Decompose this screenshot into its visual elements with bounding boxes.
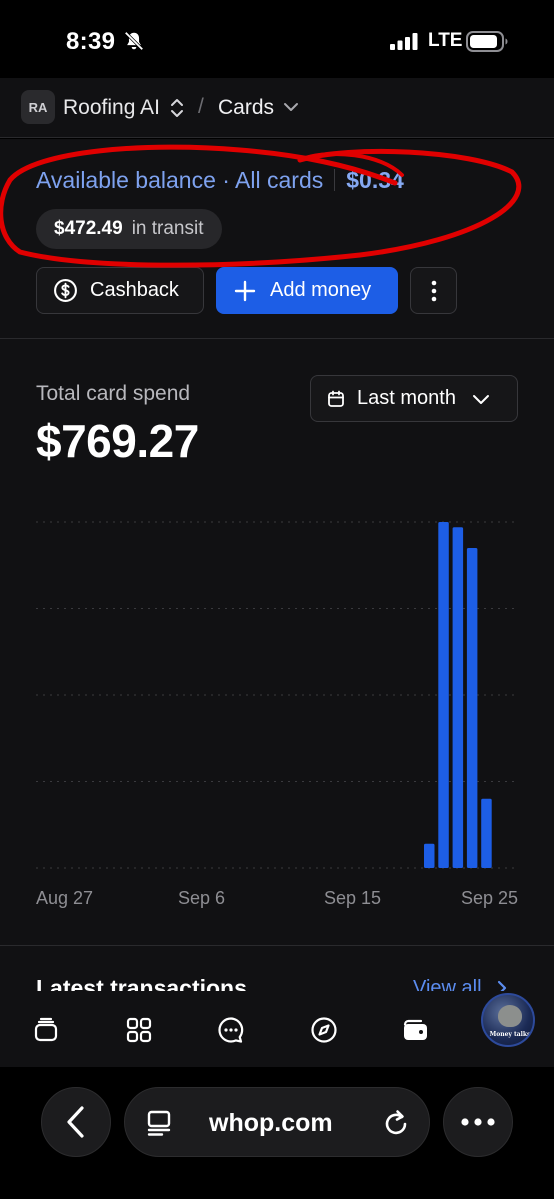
browser-back-button[interactable] <box>41 1087 111 1157</box>
total-spend-label: Total card spend <box>36 382 191 405</box>
network-label: LTE <box>428 30 463 51</box>
address-bar[interactable]: whop.com <box>124 1087 430 1157</box>
chart-bar[interactable] <box>424 843 435 868</box>
chat-icon[interactable] <box>216 1015 246 1045</box>
layers-icon[interactable] <box>31 1015 61 1045</box>
browser-more-button[interactable] <box>443 1087 513 1157</box>
org-switcher[interactable]: Roofing AI <box>63 96 160 120</box>
chart-bar[interactable] <box>438 522 449 868</box>
balance-divider <box>334 169 336 191</box>
chevron-updown-icon[interactable] <box>168 97 186 119</box>
chart-bar[interactable] <box>466 547 478 868</box>
calendar-icon <box>328 390 344 407</box>
chart-bar[interactable] <box>481 798 492 868</box>
section-divider <box>0 338 554 339</box>
chart-x-tick-label: Sep 6 <box>178 888 225 908</box>
battery-icon <box>466 31 508 52</box>
breadcrumb-separator: / <box>198 95 204 118</box>
add-money-button[interactable]: Add money <box>216 267 398 314</box>
breadcrumb-cards[interactable]: Cards <box>218 96 274 120</box>
section-divider <box>0 945 554 946</box>
spend-bar-chart: Aug 27 Sep 6 Sep 15 Sep 25 <box>36 521 518 908</box>
cashback-label: Cashback <box>90 279 179 301</box>
in-transit-badge: $472.49 in transit <box>36 209 222 249</box>
more-horizontal-icon <box>461 1118 495 1126</box>
cashback-button[interactable]: Cashback <box>36 267 204 314</box>
profile-avatar[interactable]: Money talks <box>481 993 535 1047</box>
compass-icon[interactable] <box>309 1015 339 1045</box>
main-content: Available balance · All cards $0.34 $472.… <box>0 139 554 1001</box>
date-range-label: Last month <box>357 387 456 409</box>
chart-x-tick-label: Sep 25 <box>461 888 518 908</box>
url-text: whop.com <box>209 1109 333 1137</box>
org-avatar[interactable]: RA <box>21 90 55 124</box>
chart-bar[interactable] <box>452 527 464 868</box>
plus-icon <box>234 280 256 301</box>
balance-label[interactable]: Available balance · All cards <box>36 167 323 193</box>
transit-label: in transit <box>131 218 204 239</box>
signal-icon <box>390 33 418 50</box>
wallet-icon[interactable] <box>400 1015 430 1045</box>
balance-row: Available balance · All cards $0.34 <box>36 167 404 194</box>
chart-x-tick-label: Sep 15 <box>324 888 381 908</box>
add-money-label: Add money <box>270 279 372 301</box>
app-tab-bar: Money talks <box>0 991 554 1067</box>
grid-icon[interactable] <box>124 1015 154 1045</box>
dollar-circle-icon <box>54 279 77 302</box>
bell-muted-icon <box>124 31 144 51</box>
status-time: 8:39 <box>66 28 116 55</box>
browser-toolbar: whop.com <box>0 1067 554 1199</box>
date-range-select[interactable]: Last month <box>310 375 518 422</box>
avatar-face <box>498 1005 522 1027</box>
more-options-button[interactable] <box>410 267 457 314</box>
balance-amount: $0.34 <box>346 167 404 193</box>
reader-mode-icon[interactable] <box>145 1109 173 1137</box>
total-spend-value: $769.27 <box>36 415 199 467</box>
top-nav: RA Roofing AI / Cards <box>0 78 554 138</box>
transit-amount: $472.49 <box>54 218 123 239</box>
chevron-down-icon <box>472 394 489 404</box>
more-vertical-icon <box>431 280 436 301</box>
chart-x-tick-label: Aug 27 <box>36 888 93 908</box>
chevron-down-icon[interactable] <box>283 100 299 114</box>
status-bar: 8:39 LTE <box>0 0 554 78</box>
chevron-left-icon <box>67 1106 84 1138</box>
reload-icon[interactable] <box>381 1108 411 1138</box>
avatar-caption: Money talks <box>489 1031 531 1038</box>
